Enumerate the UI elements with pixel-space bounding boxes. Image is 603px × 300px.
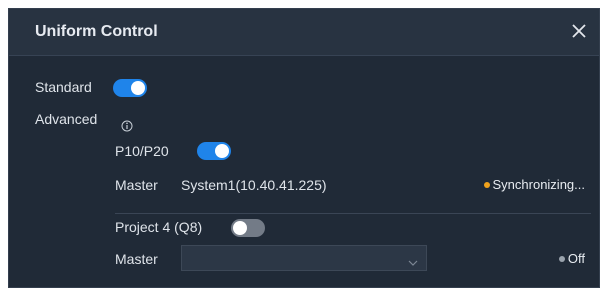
- project4-status-text: Off: [567, 251, 585, 266]
- advanced-label: Advanced: [35, 111, 98, 127]
- standard-toggle[interactable]: [113, 79, 147, 97]
- p10-p20-status-text: Synchronizing...: [492, 177, 586, 192]
- chevron-down-icon: [408, 254, 418, 266]
- close-icon[interactable]: [569, 21, 589, 41]
- p10-p20-label: P10/P20: [115, 143, 169, 159]
- project4-label: Project 4 (Q8): [115, 219, 203, 235]
- info-icon[interactable]: [121, 119, 133, 132]
- standard-label: Standard: [35, 79, 92, 95]
- p10-p20-toggle[interactable]: [197, 142, 231, 160]
- p10-p20-master-label: Master: [115, 177, 158, 193]
- dialog-header: Uniform Control: [9, 9, 599, 56]
- project4-master-select[interactable]: [181, 245, 427, 271]
- p10-p20-status: Synchronizing...: [483, 177, 586, 192]
- toggle-knob: [215, 144, 229, 158]
- toggle-knob: [233, 221, 247, 235]
- status-dot: [558, 255, 565, 262]
- project4-status: Off: [558, 251, 585, 266]
- dialog-title: Uniform Control: [35, 23, 158, 40]
- section-divider: [115, 213, 591, 214]
- project4-toggle[interactable]: [231, 219, 265, 237]
- uniform-control-dialog: Uniform Control Standard Advanced P10/P2…: [8, 8, 600, 288]
- toggle-knob: [131, 81, 145, 95]
- project4-master-label: Master: [115, 251, 158, 267]
- status-dot: [483, 181, 490, 188]
- p10-p20-master-value: System1(10.40.41.225): [181, 177, 327, 193]
